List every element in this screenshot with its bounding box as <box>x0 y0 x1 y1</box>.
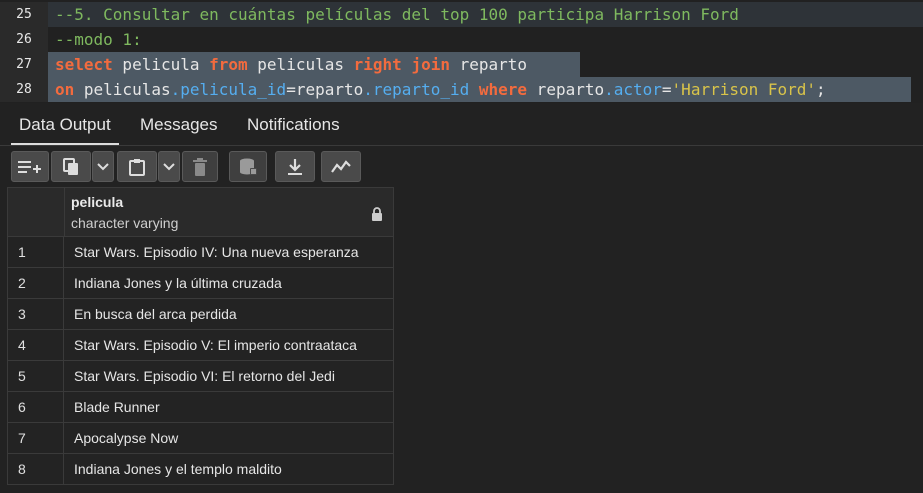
paste-button[interactable] <box>117 151 157 182</box>
editor-line[interactable]: 27 select pelicula from peliculas right … <box>0 52 923 77</box>
code-line[interactable]: on peliculas.pelicula_id=reparto.reparto… <box>55 77 826 102</box>
graph-icon <box>331 159 351 174</box>
code-token: where <box>478 80 528 99</box>
line-number: 26 <box>0 27 48 52</box>
add-row-button[interactable] <box>11 151 49 182</box>
code-token: ; <box>816 80 826 99</box>
table-row[interactable]: 2 Indiana Jones y la última cruzada <box>7 268 394 299</box>
table-cell[interactable]: Star Wars. Episodio V: El imperio contra… <box>74 330 357 360</box>
code-token: join <box>411 55 450 74</box>
chevron-down-icon <box>97 162 109 171</box>
table-row[interactable]: 7 Apocalypse Now <box>7 423 394 454</box>
table-cell[interactable]: En busca del arca perdida <box>74 299 237 329</box>
code-line[interactable]: --5. Consultar en cuántas películas del … <box>55 2 739 27</box>
column-name[interactable]: pelicula <box>71 194 123 210</box>
delete-button[interactable] <box>182 151 218 182</box>
code-token: pelicula <box>112 55 210 74</box>
graph-visualiser-button[interactable] <box>321 151 361 182</box>
download-icon <box>287 158 303 176</box>
code-token: .actor <box>604 80 662 99</box>
code-token: reparto <box>449 55 528 74</box>
row-number[interactable]: 6 <box>8 392 64 422</box>
table-cell[interactable]: Star Wars. Episodio IV: Una nueva espera… <box>74 237 359 267</box>
line-number: 28 <box>0 77 48 102</box>
code-token: right <box>353 55 402 74</box>
table-cell[interactable]: Indiana Jones y el templo maldito <box>74 454 282 484</box>
copy-icon <box>63 157 79 176</box>
grid-header: pelicula character varying <box>7 187 394 237</box>
table-cell[interactable]: Apocalypse Now <box>74 423 178 453</box>
paste-options-dropdown[interactable] <box>158 151 180 182</box>
code-token: select <box>55 55 113 74</box>
table-row[interactable]: 5 Star Wars. Episodio VI: El retorno del … <box>7 361 394 392</box>
save-data-icon <box>239 158 257 176</box>
line-number: 27 <box>0 52 48 77</box>
download-button[interactable] <box>275 151 315 182</box>
tab-messages[interactable]: Messages <box>132 105 225 145</box>
editor-line[interactable]: 28 on peliculas.pelicula_id=reparto.repa… <box>0 77 923 102</box>
lock-icon <box>371 207 383 226</box>
result-tabs: Data Output Messages Notifications <box>0 105 923 146</box>
chevron-down-icon <box>163 162 175 171</box>
code-token: on <box>55 80 75 99</box>
result-toolbar <box>0 146 923 187</box>
table-cell[interactable]: Indiana Jones y la última cruzada <box>74 268 282 298</box>
code-token: 'Harrison Ford' <box>671 80 817 99</box>
code-line[interactable]: select pelicula from peliculas right joi… <box>55 52 527 77</box>
code-token: reparto <box>527 80 605 99</box>
save-data-button[interactable] <box>229 151 267 182</box>
table-cell[interactable]: Star Wars. Episodio VI: El retorno del J… <box>74 361 335 391</box>
table-row[interactable]: 8 Indiana Jones y el templo maldito <box>7 454 394 485</box>
copy-options-dropdown[interactable] <box>92 151 114 182</box>
row-number-header[interactable] <box>8 188 65 236</box>
sql-editor[interactable]: 25 --5. Consultar en cuántas películas d… <box>0 0 923 103</box>
table-row[interactable]: 1 Star Wars. Episodio IV: Una nueva esper… <box>7 237 394 268</box>
table-cell[interactable]: Blade Runner <box>74 392 160 422</box>
row-number[interactable]: 7 <box>8 423 64 453</box>
code-token: peliculas <box>247 55 354 74</box>
delete-icon <box>193 157 207 176</box>
code-token: = <box>661 80 672 99</box>
table-row[interactable]: 4 Star Wars. Episodio V: El imperio contr… <box>7 330 394 361</box>
code-line[interactable]: --modo 1: <box>55 27 142 52</box>
code-token: --5. Consultar en cuántas películas del … <box>55 5 739 24</box>
editor-line[interactable]: 25 --5. Consultar en cuántas películas d… <box>0 2 923 27</box>
code-token: .reparto_id <box>363 80 470 99</box>
column-type: character varying <box>71 215 179 231</box>
code-token: .pelicula_id <box>170 80 287 99</box>
code-token: peliculas <box>74 80 171 99</box>
copy-button[interactable] <box>51 151 91 182</box>
row-number[interactable]: 4 <box>8 330 64 360</box>
row-number[interactable]: 2 <box>8 268 64 298</box>
row-number[interactable]: 3 <box>8 299 64 329</box>
row-number[interactable]: 5 <box>8 361 64 391</box>
table-row[interactable]: 3 En busca del arca perdida <box>7 299 394 330</box>
code-token: = <box>286 80 296 99</box>
editor-line[interactable]: 26 --modo 1: <box>0 27 923 52</box>
row-number[interactable]: 1 <box>8 237 64 267</box>
code-token: --modo 1: <box>55 30 142 49</box>
paste-icon <box>129 158 145 176</box>
line-number: 25 <box>0 2 48 27</box>
tab-data-output[interactable]: Data Output <box>11 105 119 145</box>
row-number[interactable]: 8 <box>8 454 64 484</box>
code-token: reparto <box>295 80 364 99</box>
code-token: from <box>209 55 248 74</box>
tab-notifications[interactable]: Notifications <box>239 105 348 145</box>
add-row-icon <box>18 159 42 175</box>
table-row[interactable]: 6 Blade Runner <box>7 392 394 423</box>
